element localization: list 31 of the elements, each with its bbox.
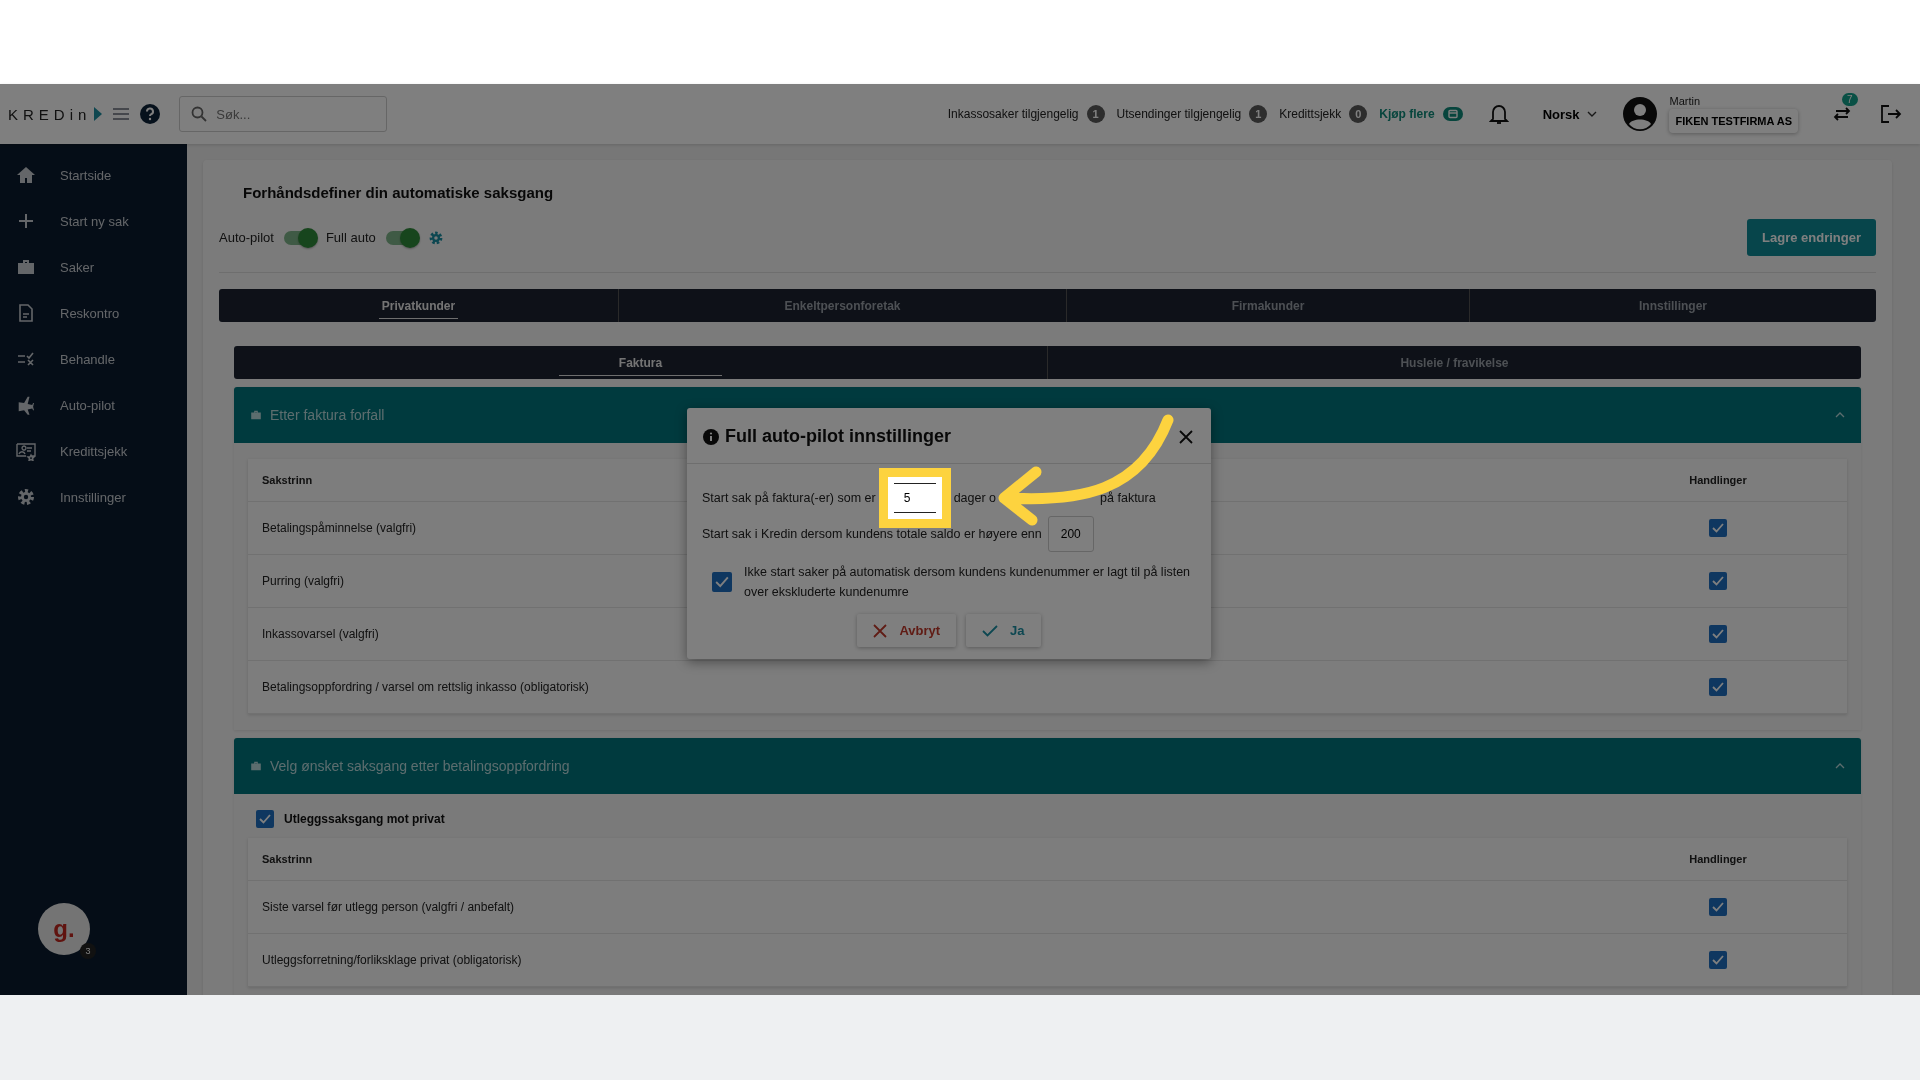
table-cell: Purring (valgfri) (262, 574, 345, 588)
field-label: Start sak på faktura(-er) som er (702, 491, 876, 505)
count-badge: 3 (80, 943, 96, 959)
dialog-title: Full auto-pilot innstillinger (725, 426, 951, 447)
section-title: Etter faktura forfall (270, 407, 385, 423)
checkbox-label: Utleggssaksgang mot privat (284, 812, 445, 826)
toggle-label: Auto-pilot (219, 230, 274, 245)
field-label: Start sak i Kredin dersom kundens totale saldo er høyere enn (702, 527, 1042, 541)
user-name: Martin (1669, 95, 1702, 107)
column-header: Sakstrinn (262, 853, 313, 865)
checkbox-label: Ikke start saker på automatisk dersom kundens kundenummer er lagt til på listen over ekskluderte kundenumre (744, 564, 1192, 601)
column-header: Handlinger (1688, 853, 1748, 865)
field-label: på faktura (1100, 491, 1156, 505)
column-header: Sakstrinn (262, 474, 313, 486)
table-cell: Inkassovarsel (valgfri) (262, 627, 379, 641)
counter-label: Inkassosaker tilgjengelig (947, 107, 1079, 121)
table-cell: Siste varsel før utlegg person (valgfri / anbefalt) (262, 900, 515, 914)
counter-label: Utsendinger tilgjengelig (1116, 107, 1242, 121)
column-header: Handlinger (1688, 474, 1748, 486)
field-label: dager o (953, 491, 997, 505)
count-badge: 1 (1086, 105, 1105, 123)
toggle-label: Full auto (325, 230, 376, 245)
counter-label: Kredittsjekk (1279, 107, 1342, 121)
table-cell: Betalingspåminnelse (valgfri) (262, 521, 417, 535)
notification-badge: 7 (1842, 93, 1858, 106)
count-badge: 0 (1349, 105, 1368, 123)
table-cell: Utleggsforretning/forliksklage privat (obligatorisk) (262, 953, 522, 967)
count-badge: 1 (1249, 105, 1268, 123)
section-title: Velg ønsket saksgang etter betalingsoppfordring (270, 758, 570, 774)
page-title: Forhåndsdefiner din automatiske saksgang (243, 184, 555, 201)
table-cell: Betalingsoppfordring / varsel om rettslig inkasso (obligatorisk) (262, 680, 589, 694)
